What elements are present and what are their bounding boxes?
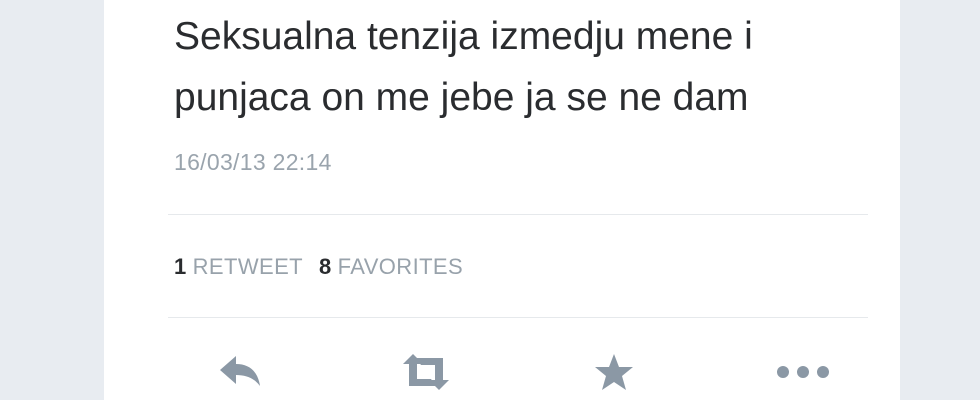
favorite-count-number: 8 [319, 254, 332, 279]
tweet-text-line: punjaca on me jebe ja se ne dam [174, 76, 749, 119]
tweet-text-line: Seksualna tenzija izmedju mene i [174, 15, 753, 58]
tweet-actions [104, 340, 900, 400]
tweet-stats: 1 RETWEET 8 FAVORITES [174, 254, 479, 280]
reply-icon [220, 356, 260, 386]
retweet-icon [403, 354, 449, 390]
right-margin [900, 0, 980, 400]
favorite-count[interactable]: 8 FAVORITES [319, 254, 463, 280]
favorite-count-label: FAVORITES [337, 254, 464, 279]
reply-button[interactable] [210, 350, 270, 394]
left-margin [0, 0, 104, 400]
divider [168, 214, 868, 215]
more-button[interactable] [774, 350, 834, 394]
tweet-timestamp[interactable]: 16/03/13 22:14 [174, 149, 332, 176]
favorite-button[interactable] [584, 350, 644, 394]
divider [168, 317, 868, 318]
tweet-text: Seksualna tenzija izmedju mene i punjaca… [174, 6, 874, 128]
star-icon [595, 354, 633, 390]
retweet-count[interactable]: 1 RETWEET [174, 254, 303, 280]
retweet-button[interactable] [396, 350, 456, 394]
more-icon [777, 366, 829, 378]
tweet-card: Seksualna tenzija izmedju mene i punjaca… [104, 0, 900, 400]
retweet-count-number: 1 [174, 254, 187, 279]
retweet-count-label: RETWEET [192, 254, 303, 279]
